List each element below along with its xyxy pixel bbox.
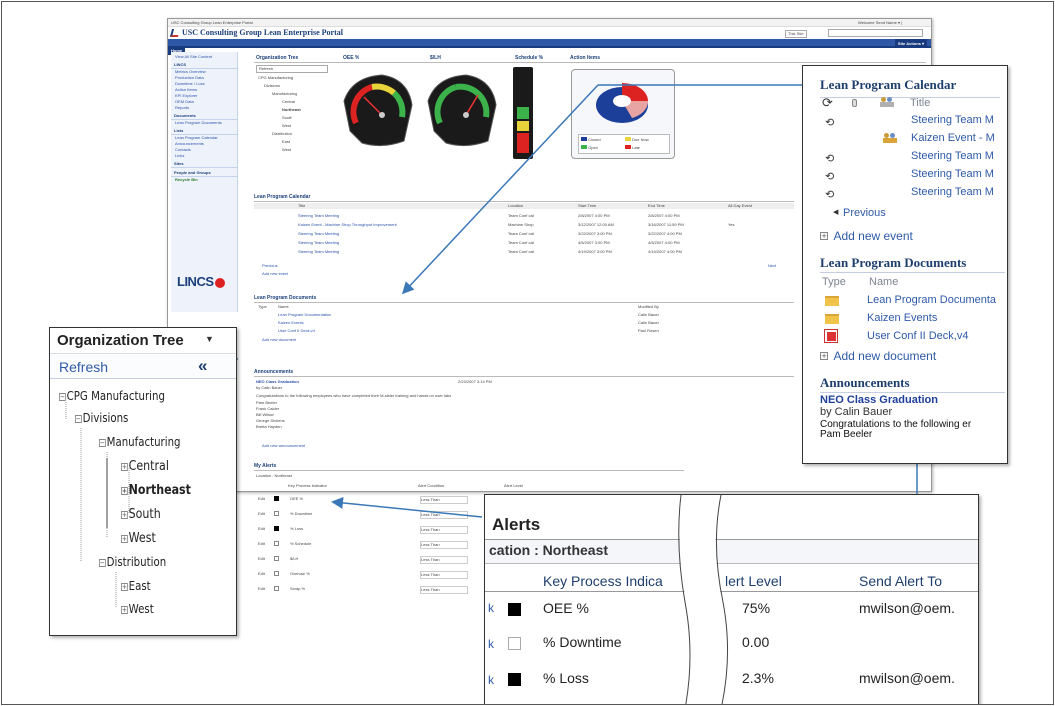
recurrence-icon: ⟲ [825,170,835,183]
expand-icon[interactable]: + [121,582,128,591]
tree-node-west-distribution[interactable]: + West [121,602,154,616]
people-icon [880,97,894,108]
tree-node-west[interactable]: + West [121,531,156,546]
previous-link[interactable]: Previous [843,207,886,219]
doc-link[interactable]: Kaizen Events [867,312,937,324]
calendar-zoom-panel: Lean Program Calendar ⟳ Title ⟲ Steering… [802,65,1008,464]
doc-link[interactable]: User Conf II Deck,v4 [867,330,968,342]
documents-title[interactable]: Lean Program Documents [820,255,966,271]
collapse-icon[interactable]: − [59,392,66,401]
add-icon: + [820,351,828,360]
name-col-header[interactable]: Name [869,276,898,288]
recurrence-icon: ⟳ [822,96,833,111]
announcement-title[interactable]: NEO Class Graduation [820,394,938,406]
expand-icon[interactable]: + [121,605,128,614]
tree-node-cpg[interactable]: − CPG Manufacturing [59,389,165,403]
tree-node-east[interactable]: + East [121,579,151,593]
event-link[interactable]: Steering Team M [911,150,994,162]
tree-node-distribution[interactable]: − Distribution [99,555,166,569]
add-event-row[interactable]: + Add new event [820,227,913,245]
attachment-icon [852,99,857,107]
event-link[interactable]: Steering Team M [911,168,994,180]
collapse-icon[interactable]: − [99,438,106,447]
type-col-header[interactable]: Type [822,276,846,288]
org-tree-zoom-panel: Organization Tree ▼ Refresh « − CPG Manuf… [49,327,237,636]
tree-node-manufacturing[interactable]: − Manufacturing [99,435,181,449]
tree-node-south[interactable]: + South [121,507,161,522]
event-link[interactable]: Kaizen Event - M [911,132,995,144]
add-event-link[interactable]: Add new event [833,229,912,243]
powerpoint-file-icon [824,329,838,343]
tree-node-northeast[interactable]: + Northeast [121,483,191,498]
doc-link[interactable]: Lean Program Documenta [867,294,996,306]
announcement-name: Pam Beeler [820,429,873,440]
previous-arrow-icon[interactable]: ◀ [833,208,838,216]
people-icon [883,133,897,144]
figure-frame: USC Consulting Group Lean Enterprise Por… [1,1,1054,705]
expand-icon[interactable]: + [121,510,128,519]
folder-icon [825,296,839,306]
add-icon: + [820,231,828,240]
announcements-title[interactable]: Announcements [820,375,910,391]
folder-icon [825,314,839,324]
expand-icon[interactable]: + [121,486,128,495]
title-col-header[interactable]: Title [910,97,930,109]
calendar-title[interactable]: Lean Program Calendar [820,77,956,93]
tree-node-divisions[interactable]: − Divisions [75,411,128,425]
recurrence-icon: ⟲ [825,116,835,129]
add-document-link[interactable]: Add new document [833,349,936,363]
event-link[interactable]: Steering Team M [911,114,994,126]
column-break-marks [678,495,729,704]
expand-icon[interactable]: + [121,534,128,543]
event-link[interactable]: Steering Team M [911,186,994,198]
tree-node-central[interactable]: + Central [121,459,169,474]
collapse-icon[interactable]: − [99,558,106,567]
alerts-zoom-panel: Alerts cation : Northeast Key Process In… [484,494,979,704]
add-document-row[interactable]: + Add new document [820,347,936,365]
collapse-icon[interactable]: − [75,414,82,423]
announcement-author: by Calin Bauer [820,406,893,418]
recurrence-icon: ⟲ [825,188,835,201]
recurrence-icon: ⟲ [825,152,835,165]
expand-icon[interactable]: + [121,462,128,471]
